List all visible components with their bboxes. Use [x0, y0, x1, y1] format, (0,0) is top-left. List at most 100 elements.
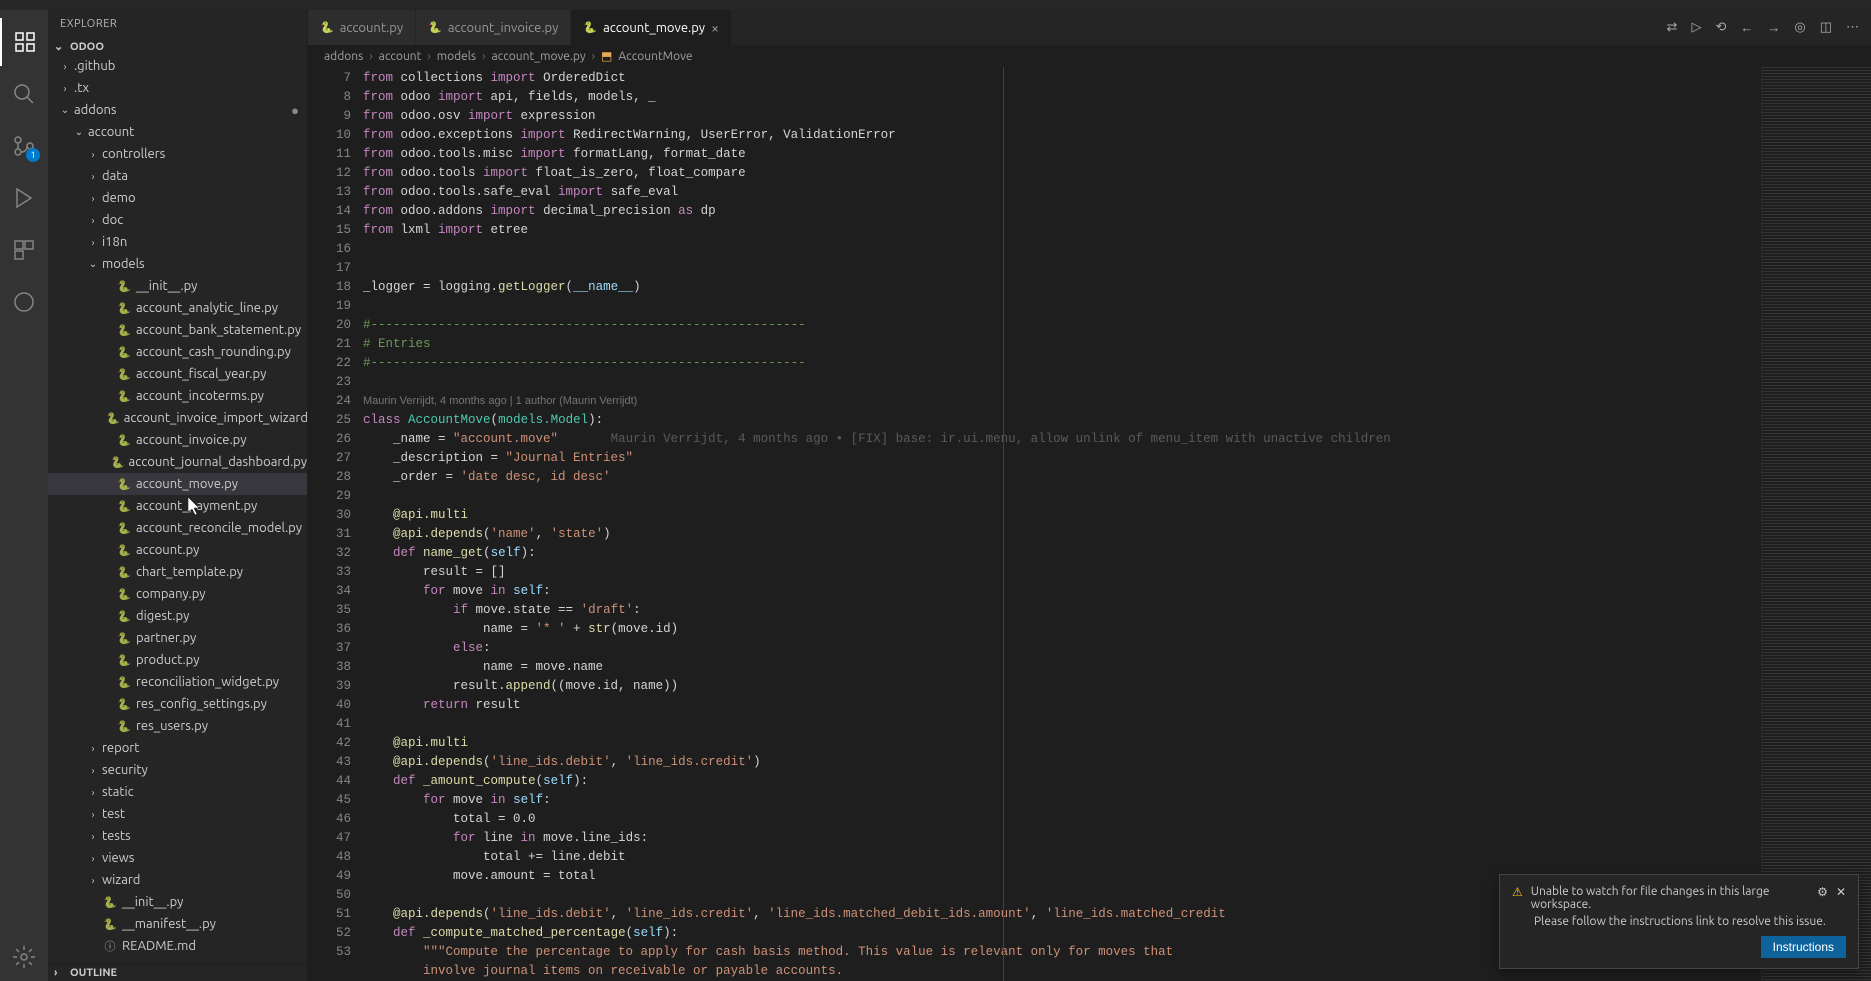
code-line[interactable]: _order = 'date desc, id desc'	[363, 468, 1761, 487]
code-line[interactable]: from odoo.addons import decimal_precisio…	[363, 202, 1761, 221]
folder-item[interactable]: ›i18n	[48, 231, 307, 253]
code-line[interactable]: total = 0.0	[363, 810, 1761, 829]
code-line[interactable]	[363, 715, 1761, 734]
code-line[interactable]: result = []	[363, 563, 1761, 582]
folder-item[interactable]: ›static	[48, 781, 307, 803]
code-line[interactable]: for move in self:	[363, 791, 1761, 810]
activity-settings-icon[interactable]	[0, 933, 48, 981]
code-line[interactable]: #---------------------------------------…	[363, 354, 1761, 373]
folder-item[interactable]: ›controllers	[48, 143, 307, 165]
code-line[interactable]: def _amount_compute(self):	[363, 772, 1761, 791]
activity-search-icon[interactable]	[0, 70, 48, 118]
folder-item[interactable]: ›report	[48, 737, 307, 759]
file-item[interactable]: 🐍account_analytic_line.py	[48, 297, 307, 319]
code-line[interactable]: _description = "Journal Entries"	[363, 449, 1761, 468]
file-item[interactable]: 🐍account_cash_rounding.py	[48, 341, 307, 363]
code-line[interactable]: @api.multi	[363, 734, 1761, 753]
refresh-icon[interactable]: ⟲	[1715, 20, 1726, 35]
folder-item[interactable]: ›data	[48, 165, 307, 187]
breadcrumb[interactable]: addons›account›models›account_move.py›⬒ …	[308, 45, 1871, 67]
code-line[interactable]: from collections import OrderedDict	[363, 69, 1761, 88]
code-line[interactable]: #---------------------------------------…	[363, 316, 1761, 335]
file-item[interactable]: 🐍product.py	[48, 649, 307, 671]
file-item[interactable]: 🐍res_users.py	[48, 715, 307, 737]
file-item[interactable]: 🐍account_incoterms.py	[48, 385, 307, 407]
file-item[interactable]: 🐍account_invoice_import_wizard.py	[48, 407, 307, 429]
code-line[interactable]: return result	[363, 696, 1761, 715]
code-line[interactable]: from odoo.exceptions import RedirectWarn…	[363, 126, 1761, 145]
code-line[interactable]	[363, 259, 1761, 278]
code-line[interactable]	[363, 487, 1761, 506]
file-item[interactable]: 🐍account_fiscal_year.py	[48, 363, 307, 385]
run-icon[interactable]: ▷	[1691, 20, 1701, 35]
breadcrumb-item[interactable]: account	[379, 50, 422, 63]
code-line[interactable]	[363, 297, 1761, 316]
activity-run-icon[interactable]	[0, 174, 48, 222]
folder-item[interactable]: ›security	[48, 759, 307, 781]
nav-fwd-icon[interactable]: →	[1767, 20, 1780, 35]
editor-tab[interactable]: 🐍account_move.py×	[571, 10, 732, 45]
file-item[interactable]: 🐍company.py	[48, 583, 307, 605]
close-icon[interactable]: ×	[711, 20, 719, 36]
code-line[interactable]: from odoo import api, fields, models, _	[363, 88, 1761, 107]
code-line[interactable]: from odoo.tools import float_is_zero, fl…	[363, 164, 1761, 183]
file-item[interactable]: 🐍reconciliation_widget.py	[48, 671, 307, 693]
editor-tab[interactable]: 🐍account_invoice.py	[416, 10, 571, 45]
code-line[interactable]: from odoo.osv import expression	[363, 107, 1761, 126]
breadcrumb-item[interactable]: AccountMove	[618, 50, 692, 63]
file-item[interactable]: 🐍__manifest__.py	[48, 913, 307, 935]
file-item[interactable]: 🐍account_reconcile_model.py	[48, 517, 307, 539]
code-line[interactable]: from odoo.tools.misc import formatLang, …	[363, 145, 1761, 164]
file-item[interactable]: 🐍account_payment.py	[48, 495, 307, 517]
code-line[interactable]: _logger = logging.getLogger(__name__)	[363, 278, 1761, 297]
code-line[interactable]: total += line.debit	[363, 848, 1761, 867]
file-item[interactable]: 🐍chart_template.py	[48, 561, 307, 583]
code-line[interactable]	[363, 240, 1761, 259]
code-line[interactable]: from lxml import etree	[363, 221, 1761, 240]
notification-gear-icon[interactable]: ⚙	[1817, 885, 1828, 899]
code-area[interactable]: from collections import OrderedDictfrom …	[363, 67, 1761, 981]
code-line[interactable]: # Entries	[363, 335, 1761, 354]
file-item[interactable]: 🐍account_bank_statement.py	[48, 319, 307, 341]
folder-item[interactable]: ›test	[48, 803, 307, 825]
file-item[interactable]: 🐍account.py	[48, 539, 307, 561]
outline-header[interactable]: ›OUTLINE	[48, 964, 307, 981]
project-header[interactable]: ⌄ODOO	[48, 38, 307, 55]
activity-scm-icon[interactable]: 1	[0, 122, 48, 170]
code-line[interactable]	[363, 373, 1761, 392]
folder-item[interactable]: ›views	[48, 847, 307, 869]
folder-item[interactable]: ⌄account	[48, 121, 307, 143]
target-icon[interactable]: ◎	[1794, 20, 1805, 35]
code-line[interactable]: class AccountMove(models.Model):	[363, 411, 1761, 430]
code-line[interactable]: for line in move.line_ids:	[363, 829, 1761, 848]
notification-close-icon[interactable]: ✕	[1836, 885, 1846, 899]
breadcrumb-item[interactable]: addons	[324, 50, 363, 63]
code-line[interactable]: @api.multi	[363, 506, 1761, 525]
code-line[interactable]: from odoo.tools.safe_eval import safe_ev…	[363, 183, 1761, 202]
code-line[interactable]: @api.depends('name', 'state')	[363, 525, 1761, 544]
folder-item[interactable]: ›.github	[48, 55, 307, 77]
breadcrumb-item[interactable]: account_move.py	[492, 50, 586, 63]
file-item[interactable]: 🐍res_config_settings.py	[48, 693, 307, 715]
codelens[interactable]: Maurin Verrijdt, 4 months ago | 1 author…	[363, 392, 1761, 411]
file-item[interactable]: 🐍partner.py	[48, 627, 307, 649]
nav-back-icon[interactable]: ←	[1740, 20, 1753, 35]
code-line[interactable]: result.append((move.id, name))	[363, 677, 1761, 696]
folder-item[interactable]: ›.tx	[48, 77, 307, 99]
file-item[interactable]: 🐍account_invoice.py	[48, 429, 307, 451]
code-line[interactable]: else:	[363, 639, 1761, 658]
split-icon[interactable]: ◫	[1820, 20, 1832, 35]
compare-icon[interactable]: ⇄	[1667, 20, 1678, 35]
code-line[interactable]: def name_get(self):	[363, 544, 1761, 563]
minimap[interactable]	[1761, 67, 1871, 981]
instructions-button[interactable]: Instructions	[1761, 936, 1846, 958]
code-line[interactable]: name = move.name	[363, 658, 1761, 677]
file-item[interactable]: ⓘREADME.md	[48, 935, 307, 957]
editor[interactable]: 7891011121314151617181920212223242526272…	[308, 67, 1871, 981]
file-item[interactable]: 🐍__init__.py	[48, 275, 307, 297]
folder-item[interactable]: ›wizard	[48, 869, 307, 891]
editor-tab[interactable]: 🐍account.py	[308, 10, 416, 45]
code-line[interactable]: @api.depends('line_ids.debit', 'line_ids…	[363, 753, 1761, 772]
folder-item[interactable]: ›tests	[48, 825, 307, 847]
folder-item[interactable]: ›doc	[48, 209, 307, 231]
